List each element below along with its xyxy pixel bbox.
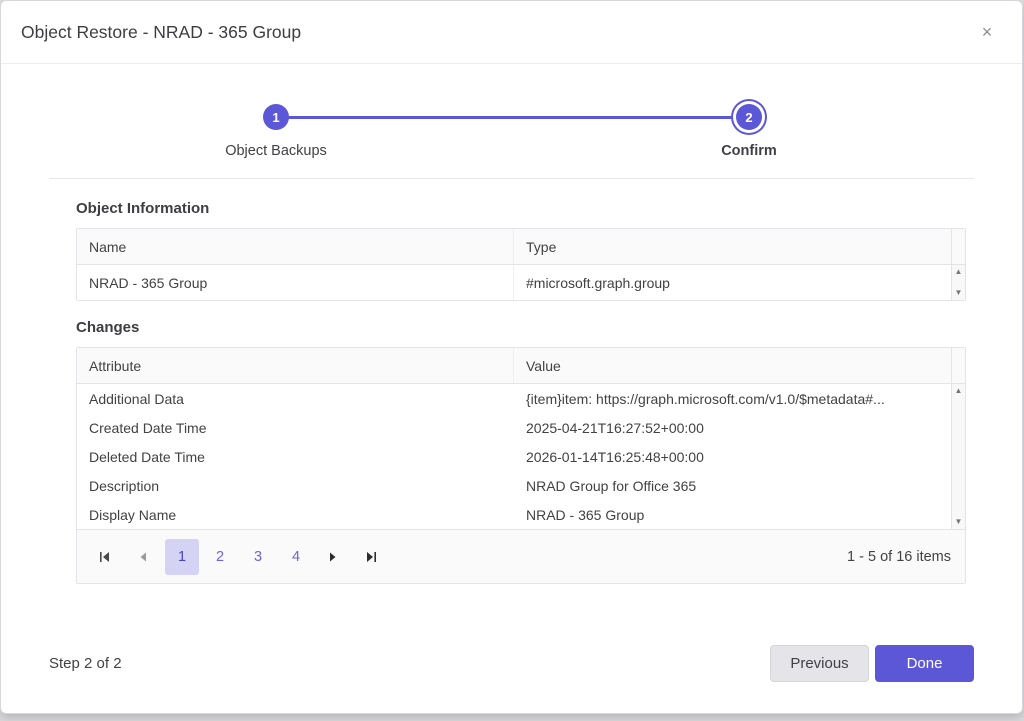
scroll-down-icon[interactable]: ▼	[955, 518, 963, 526]
name-cell: NRAD - 365 Group	[77, 265, 514, 300]
done-button[interactable]: Done	[875, 645, 974, 682]
step-2-label: Confirm	[679, 143, 819, 159]
value-cell: 2025-04-21T16:27:52+00:00	[514, 413, 951, 442]
close-icon[interactable]: ×	[972, 17, 1002, 47]
previous-button[interactable]: Previous	[770, 645, 869, 682]
scrollbar-header-spacer	[951, 348, 965, 383]
dialog-footer: Step 2 of 2 Previous Done	[49, 645, 974, 682]
pager-info-text: 1 - 5 of 16 items	[847, 549, 953, 565]
table-row[interactable]: Display Name NRAD - 365 Group	[77, 500, 951, 529]
attribute-cell: Additional Data	[77, 384, 514, 413]
dialog-title: Object Restore - NRAD - 365 Group	[21, 22, 301, 43]
column-header-type: Type	[514, 229, 951, 264]
column-header-name: Name	[77, 229, 514, 264]
dialog-titlebar: Object Restore - NRAD - 365 Group ×	[1, 1, 1022, 64]
step-1-label: Object Backups	[206, 143, 346, 159]
step-1-indicator[interactable]: 1	[263, 104, 289, 130]
attribute-cell: Display Name	[77, 500, 514, 529]
changes-scrollbar[interactable]: ▲ ▼	[951, 384, 965, 529]
page-number-4[interactable]: 4	[279, 539, 313, 575]
scroll-up-icon[interactable]: ▲	[955, 387, 963, 395]
value-cell: NRAD Group for Office 365	[514, 471, 951, 500]
column-header-attribute: Attribute	[77, 348, 514, 383]
value-cell: NRAD - 365 Group	[514, 500, 951, 529]
changes-grid: Attribute Value Additional Data {item}it…	[76, 347, 966, 584]
previous-page-icon[interactable]	[127, 541, 159, 573]
object-information-scrollbar[interactable]: ▲ ▼	[951, 265, 965, 300]
object-information-header-row: Name Type	[77, 229, 965, 265]
table-row[interactable]: Created Date Time 2025-04-21T16:27:52+00…	[77, 413, 951, 442]
changes-header-row: Attribute Value	[77, 348, 965, 384]
attribute-cell: Deleted Date Time	[77, 442, 514, 471]
changes-pager: 1 2 3 4 1 - 5 of 16 items	[77, 529, 965, 583]
first-page-icon[interactable]	[89, 541, 121, 573]
changes-heading: Changes	[76, 319, 974, 336]
page-number-2[interactable]: 2	[203, 539, 237, 575]
object-restore-dialog: Object Restore - NRAD - 365 Group × 1 Ob…	[0, 0, 1023, 714]
wizard-stepper: 1 Object Backups 2 Confirm	[49, 64, 974, 179]
next-page-icon[interactable]	[317, 541, 349, 573]
page-number-1[interactable]: 1	[165, 539, 199, 575]
column-header-value: Value	[514, 348, 951, 383]
table-row[interactable]: Description NRAD Group for Office 365	[77, 471, 951, 500]
value-cell: 2026-01-14T16:25:48+00:00	[514, 442, 951, 471]
object-information-grid: Name Type NRAD - 365 Group #microsoft.gr…	[76, 228, 966, 301]
table-row[interactable]: NRAD - 365 Group #microsoft.graph.group	[77, 265, 951, 300]
scrollbar-header-spacer	[951, 229, 965, 264]
stepper-step-confirm[interactable]: 2 Confirm	[679, 104, 819, 159]
type-cell: #microsoft.graph.group	[514, 265, 951, 300]
object-information-heading: Object Information	[76, 200, 974, 217]
attribute-cell: Description	[77, 471, 514, 500]
scroll-up-icon[interactable]: ▲	[955, 268, 963, 276]
stepper-step-object-backups[interactable]: 1 Object Backups	[206, 104, 346, 159]
value-cell: {item}item: https://graph.microsoft.com/…	[514, 384, 951, 413]
page-number-3[interactable]: 3	[241, 539, 275, 575]
scroll-down-icon[interactable]: ▼	[955, 289, 963, 297]
attribute-cell: Created Date Time	[77, 413, 514, 442]
last-page-icon[interactable]	[355, 541, 387, 573]
table-row[interactable]: Deleted Date Time 2026-01-14T16:25:48+00…	[77, 442, 951, 471]
step-counter-text: Step 2 of 2	[49, 655, 122, 672]
table-row[interactable]: Additional Data {item}item: https://grap…	[77, 384, 951, 413]
step-2-indicator[interactable]: 2	[736, 104, 762, 130]
